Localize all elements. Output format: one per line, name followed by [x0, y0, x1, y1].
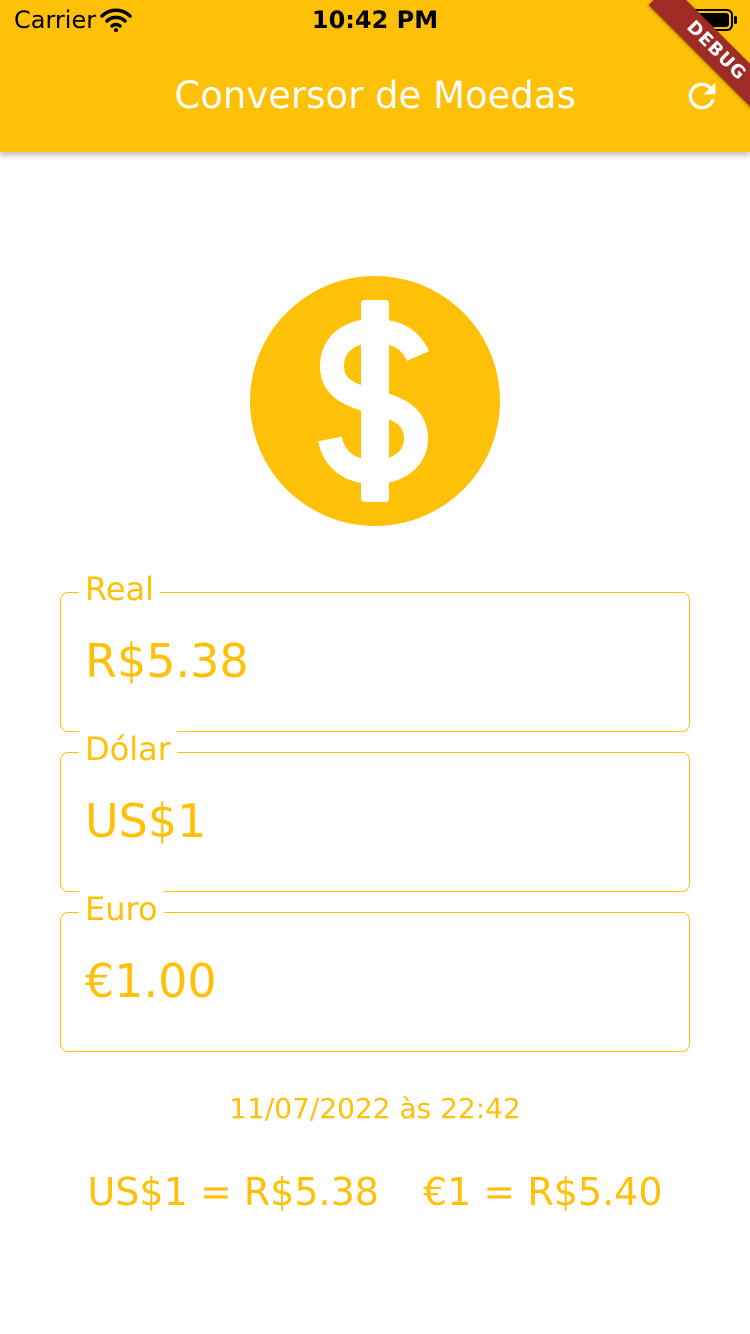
app-title: Conversor de Moedas [174, 74, 576, 117]
refresh-button[interactable] [678, 72, 726, 120]
dollar-field-label: Dólar [79, 729, 177, 769]
last-updated-text: 11/07/2022 às 22:42 [229, 1092, 521, 1125]
status-time: 10:42 PM [311, 6, 439, 34]
status-bar: Carrier 10:42 PM [0, 0, 750, 40]
euro-field-value[interactable]: €1.00 [85, 953, 217, 1009]
dollar-field-value[interactable]: US$1 [85, 793, 206, 849]
exchange-rates: US$1 = R$5.38 €1 = R$5.40 [0, 1170, 750, 1214]
app-bar: Carrier 10:42 PM Conversor de Moedas DEB… [0, 0, 750, 152]
eur-rate: €1 = R$5.40 [422, 1170, 663, 1214]
usd-rate: US$1 = R$5.38 [87, 1170, 379, 1214]
euro-field-label: Euro [79, 889, 164, 929]
euro-field[interactable]: Euro €1.00 [60, 889, 690, 1052]
refresh-icon [688, 82, 716, 110]
real-field-label: Real [79, 569, 160, 609]
dollar-field[interactable]: Dólar US$1 [60, 729, 690, 892]
real-field-value[interactable]: R$5.38 [85, 633, 249, 689]
dollar-icon [250, 276, 500, 526]
real-field[interactable]: Real R$5.38 [60, 569, 690, 732]
